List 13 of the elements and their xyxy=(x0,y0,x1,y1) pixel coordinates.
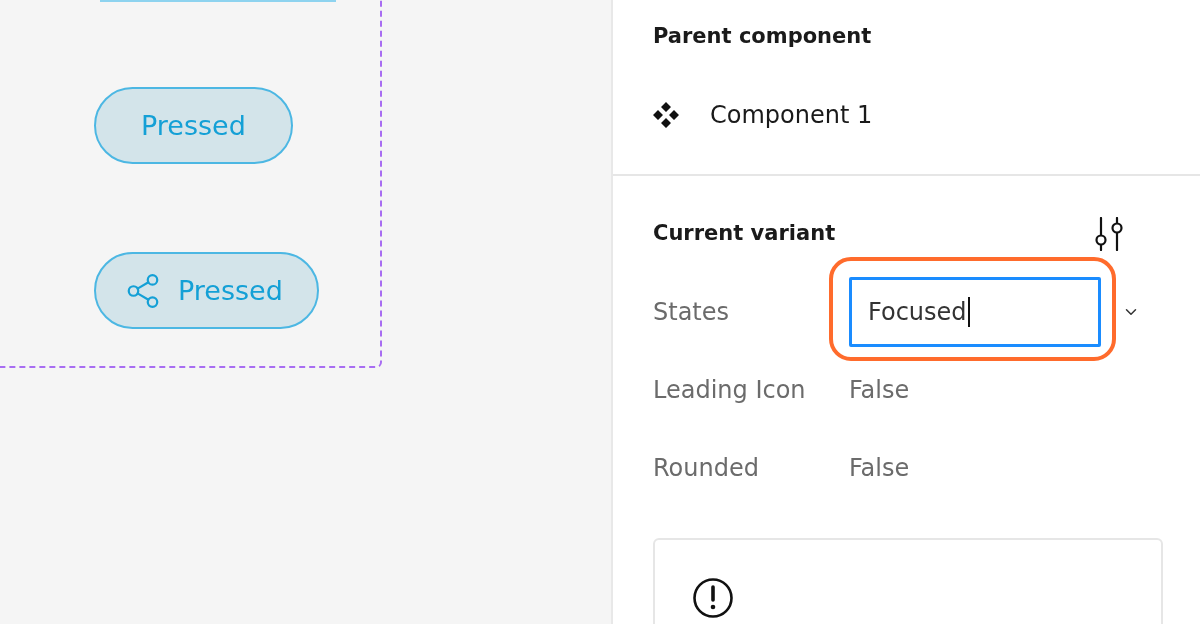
property-value: False xyxy=(849,375,910,406)
component-icon xyxy=(653,102,679,128)
property-label: Leading Icon xyxy=(653,375,807,406)
sliders-icon xyxy=(1093,217,1125,251)
states-input[interactable]: Focused xyxy=(849,277,1101,347)
section-title: Parent component xyxy=(653,23,872,51)
section-title: Current variant xyxy=(653,220,836,248)
exclamation-circle-icon xyxy=(693,578,733,618)
property-label: Rounded xyxy=(653,453,760,484)
component-name[interactable]: Component 1 xyxy=(710,97,873,133)
text-cursor-icon xyxy=(967,297,970,327)
property-label: States xyxy=(653,297,731,328)
property-value: False xyxy=(849,453,910,484)
